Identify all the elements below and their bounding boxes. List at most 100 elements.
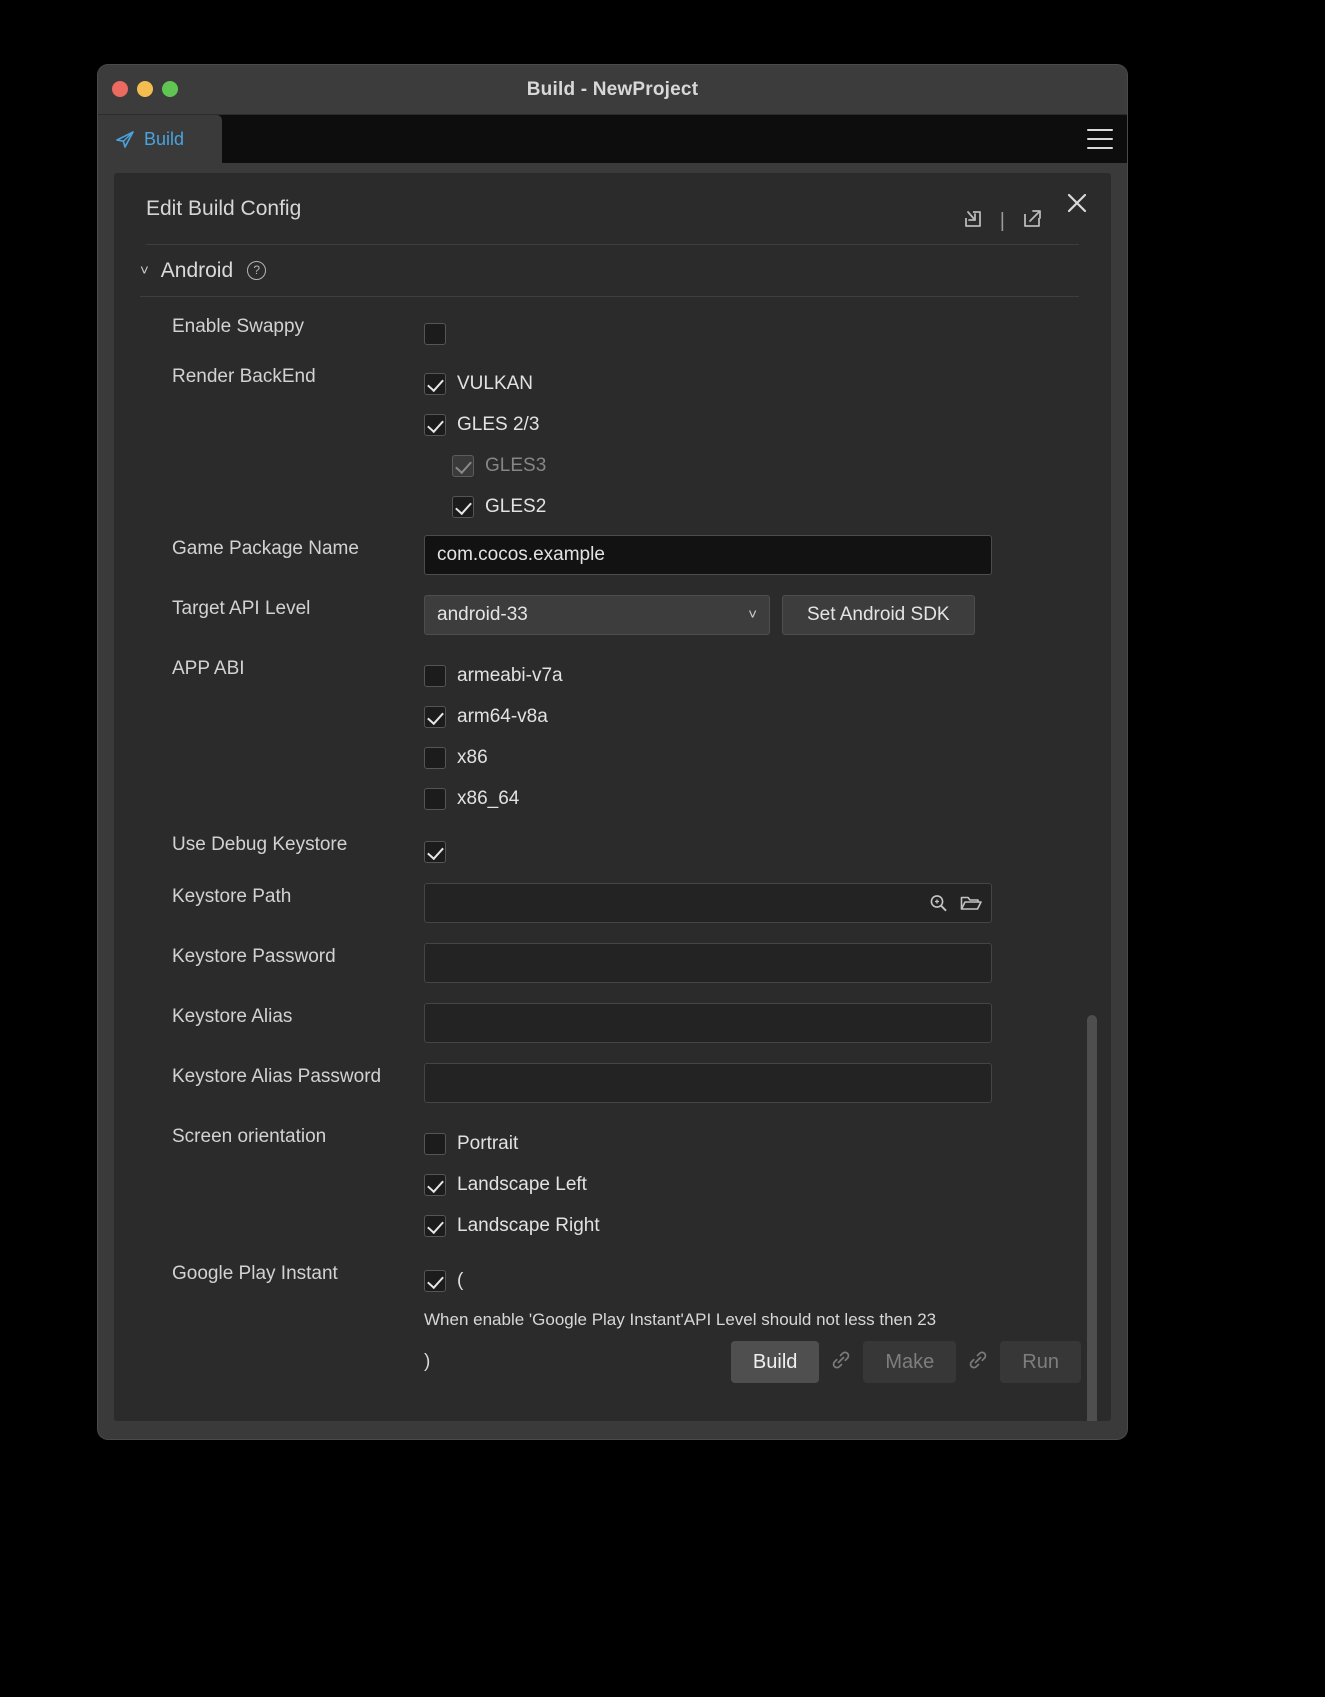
tabbar: Build — [98, 115, 1127, 163]
label-app-abi: APP ABI — [114, 655, 424, 683]
checkbox-gles2[interactable] — [452, 496, 474, 518]
checkbox-x86-64[interactable] — [424, 788, 446, 810]
export-arrow-out-of-box-icon[interactable] — [1019, 205, 1045, 236]
checkbox-portrait[interactable] — [424, 1133, 446, 1155]
control-keystore-path — [424, 883, 1111, 923]
checkbox-line-arm64-v8a: arm64-v8a — [424, 696, 1081, 737]
tab-build-label: Build — [144, 129, 184, 150]
label-screen-orientation: Screen orientation — [114, 1123, 424, 1151]
checkbox-use-debug-keystore[interactable] — [424, 841, 446, 863]
keystore-path-input[interactable] — [424, 883, 992, 923]
checkbox-line-vulkan: VULKAN — [424, 363, 1081, 404]
page-title: Edit Build Config — [146, 197, 301, 221]
folder-icon[interactable] — [959, 892, 983, 914]
label-target-api-level: Target API Level — [114, 595, 424, 623]
section-android-label: Android — [161, 259, 233, 283]
row-keystore-alias: Keystore Alias — [114, 1003, 1111, 1053]
header-actions: | — [960, 205, 1045, 236]
control-game-package-name: com.cocos.example — [424, 535, 1111, 575]
search-icon[interactable] — [927, 892, 949, 914]
checkbox-line — [424, 831, 1081, 872]
checkbox-line-landscape-left: Landscape Left — [424, 1164, 1081, 1205]
send-icon — [114, 128, 136, 150]
label-keystore-password: Keystore Password — [114, 943, 424, 971]
label-render-backend: Render BackEnd — [114, 363, 424, 391]
row-game-package-name: Game Package Name com.cocos.example — [114, 535, 1111, 585]
control-keystore-alias — [424, 1003, 1111, 1043]
label-armeabi-v7a: armeabi-v7a — [457, 665, 563, 687]
chevron-down-icon: ˅ — [748, 596, 757, 634]
footer-actions: Build Make Run — [731, 1341, 1081, 1383]
checkbox-landscape-right[interactable] — [424, 1215, 446, 1237]
form-body: Enable Swappy Render BackEnd VULKAN — [114, 297, 1111, 1387]
checkbox-armeabi-v7a[interactable] — [424, 665, 446, 687]
build-window: Build - NewProject Build Edit Build Conf… — [98, 65, 1127, 1439]
label-use-debug-keystore: Use Debug Keystore — [114, 831, 424, 859]
label-enable-swappy: Enable Swappy — [114, 313, 424, 341]
label-google-play-instant: Google Play Instant — [114, 1260, 424, 1288]
import-arrow-into-box-icon[interactable] — [960, 205, 986, 236]
row-render-backend: Render BackEnd VULKAN GLES 2/3 GLES3 — [114, 363, 1111, 527]
checkbox-line-x86: x86 — [424, 737, 1081, 778]
checkbox-landscape-left[interactable] — [424, 1174, 446, 1196]
checkbox-gles-2-3[interactable] — [424, 414, 446, 436]
checkbox-line-google-play-instant: ( — [424, 1260, 1081, 1301]
label-vulkan: VULKAN — [457, 373, 533, 395]
titlebar: Build - NewProject — [98, 65, 1127, 115]
row-enable-swappy: Enable Swappy — [114, 313, 1111, 363]
row-app-abi: APP ABI armeabi-v7a arm64-v8a x86 — [114, 655, 1111, 819]
label-landscape-right: Landscape Right — [457, 1215, 600, 1237]
section-header-android[interactable]: ˅ Android ? — [140, 245, 1079, 297]
control-keystore-password — [424, 943, 1111, 983]
row-screen-orientation: Screen orientation Portrait Landscape Le… — [114, 1123, 1111, 1246]
hamburger-icon[interactable] — [1087, 129, 1113, 149]
label-keystore-alias: Keystore Alias — [114, 1003, 424, 1031]
target-api-level-select[interactable]: android-33 ˅ — [424, 595, 770, 635]
vertical-scrollbar[interactable] — [1087, 1015, 1097, 1421]
target-api-level-value: android-33 — [437, 604, 528, 625]
control-render-backend: VULKAN GLES 2/3 GLES3 GLES2 — [424, 363, 1111, 527]
label-landscape-left: Landscape Left — [457, 1174, 587, 1196]
header-separator: | — [1000, 211, 1005, 231]
row-target-api-level: Target API Level android-33 ˅ Set Androi… — [114, 595, 1111, 645]
keystore-alias-input[interactable] — [424, 1003, 992, 1043]
checkbox-line-gles3: GLES3 — [424, 445, 1081, 486]
checkbox-line-portrait: Portrait — [424, 1123, 1081, 1164]
window-title: Build - NewProject — [98, 65, 1127, 115]
label-portrait: Portrait — [457, 1133, 518, 1155]
chevron-down-icon[interactable]: ˅ — [140, 262, 149, 279]
help-icon[interactable]: ? — [247, 261, 266, 280]
control-enable-swappy — [424, 313, 1111, 354]
label-keystore-alias-password: Keystore Alias Password — [114, 1063, 424, 1091]
label-gles2: GLES2 — [485, 496, 546, 518]
build-button[interactable]: Build — [731, 1341, 819, 1383]
checkbox-line-gles23: GLES 2/3 — [424, 404, 1081, 445]
checkbox-vulkan[interactable] — [424, 373, 446, 395]
checkbox-line-armeabi-v7a: armeabi-v7a — [424, 655, 1081, 696]
set-android-sdk-button[interactable]: Set Android SDK — [782, 595, 975, 635]
game-package-name-input[interactable]: com.cocos.example — [424, 535, 992, 575]
label-gles3: GLES3 — [485, 455, 546, 477]
link-icon — [829, 1348, 853, 1377]
control-use-debug-keystore — [424, 831, 1111, 872]
keystore-path-icons — [927, 884, 983, 922]
checkbox-enable-swappy[interactable] — [424, 323, 446, 345]
run-button[interactable]: Run — [1000, 1341, 1081, 1383]
row-keystore-path: Keystore Path — [114, 883, 1111, 933]
keystore-password-input[interactable] — [424, 943, 992, 983]
row-keystore-alias-password: Keystore Alias Password — [114, 1063, 1111, 1113]
keystore-alias-password-input[interactable] — [424, 1063, 992, 1103]
panel-header: Edit Build Config | — [146, 173, 1079, 245]
control-screen-orientation: Portrait Landscape Left Landscape Right — [424, 1123, 1111, 1246]
label-gles-2-3: GLES 2/3 — [457, 414, 539, 436]
edit-build-config-panel: Edit Build Config | — [114, 173, 1111, 1421]
checkbox-google-play-instant[interactable] — [424, 1270, 446, 1292]
checkbox-arm64-v8a[interactable] — [424, 706, 446, 728]
make-button[interactable]: Make — [863, 1341, 956, 1383]
control-keystore-alias-password — [424, 1063, 1111, 1103]
checkbox-x86[interactable] — [424, 747, 446, 769]
checkbox-line-x86-64: x86_64 — [424, 778, 1081, 819]
tab-build[interactable]: Build — [98, 115, 222, 163]
label-x86-64: x86_64 — [457, 788, 519, 810]
checkbox-line-gles2: GLES2 — [424, 486, 1081, 527]
